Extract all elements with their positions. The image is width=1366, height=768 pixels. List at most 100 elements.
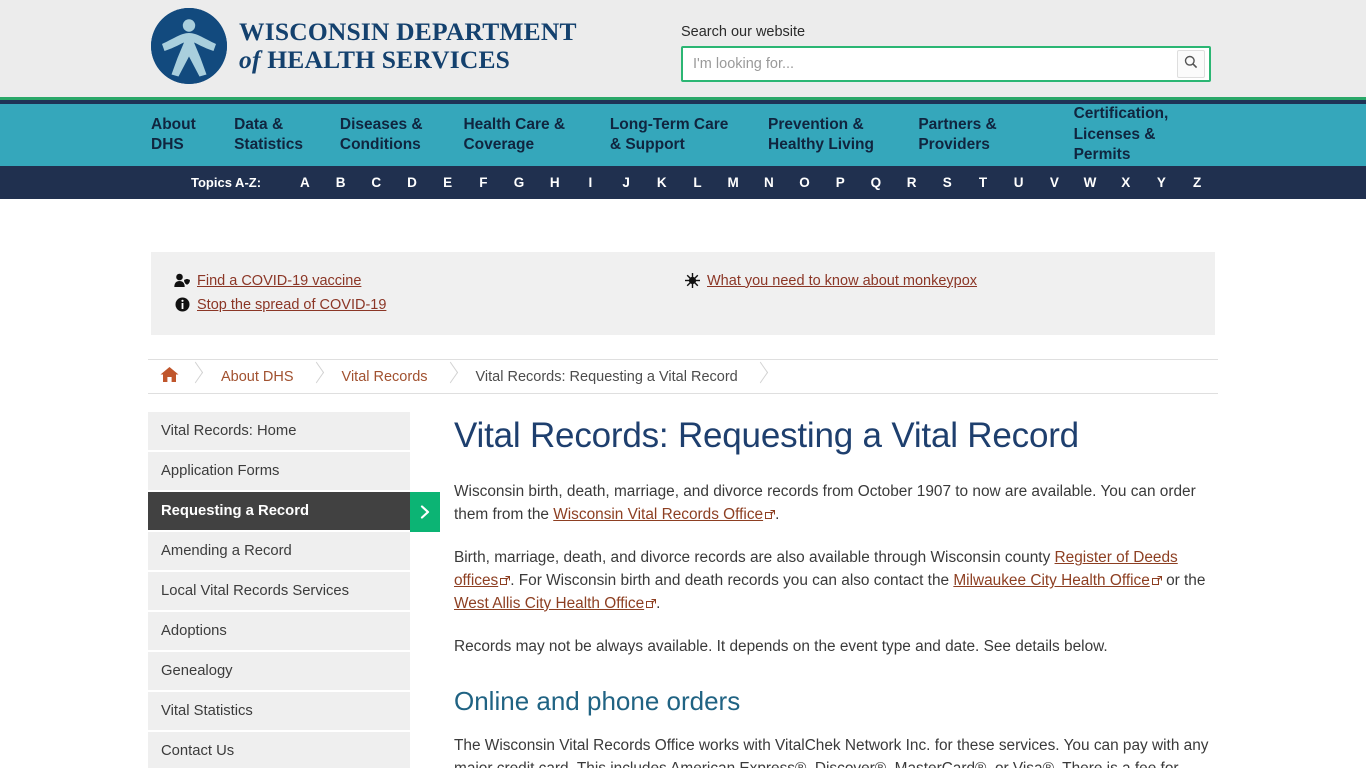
az-letter-v[interactable]: V: [1036, 175, 1072, 190]
nav-item-long-term-care-support[interactable]: Long-Term Care & Support: [610, 115, 768, 156]
external-link-icon: [646, 594, 657, 608]
section-heading-online-phone-orders: Online and phone orders: [454, 686, 741, 717]
az-letter-k[interactable]: K: [644, 175, 680, 190]
topics-az-label: Topics A-Z:: [191, 175, 262, 190]
intro-text-after: .: [775, 505, 780, 523]
az-letter-b[interactable]: B: [323, 175, 359, 190]
page-title: Vital Records: Requesting a Vital Record: [454, 416, 1079, 455]
site-search: Search our website: [681, 24, 1211, 82]
logo-of: of: [239, 45, 261, 74]
az-letter-u[interactable]: U: [1001, 175, 1037, 190]
az-letter-r[interactable]: R: [894, 175, 930, 190]
breadcrumb-item[interactable]: About DHS: [203, 359, 310, 394]
alert-column-left: Find a COVID-19 vaccine Stop the spread o…: [173, 272, 683, 313]
breadcrumb-home[interactable]: [152, 359, 189, 394]
nav-item-certification-licenses-permits[interactable]: Certification, Licenses & Permits: [1074, 104, 1215, 165]
external-link-icon: [765, 505, 776, 519]
main-navigation: About DHS Data & Statistics Diseases & Con…: [0, 104, 1366, 166]
availability-paragraph: Records may not be always available. It …: [454, 638, 1108, 656]
sidebar-item-label: Adoptions: [161, 623, 227, 639]
sidebar-item-label: Contact Us: [161, 743, 235, 759]
sidebar-item-local-vital-records-services[interactable]: Local Vital Records Services: [148, 572, 410, 612]
az-letter-z[interactable]: Z: [1179, 175, 1215, 190]
page-content: Vital Records: Home Application Forms Requ…: [148, 394, 1218, 768]
az-letter-q[interactable]: Q: [858, 175, 894, 190]
alert-item: What you need to know about monkeypox: [683, 272, 1193, 289]
chevron-right-icon[interactable]: [410, 492, 440, 532]
sidebar-item-vital-records-home[interactable]: Vital Records: Home: [148, 412, 410, 452]
link-milwaukee-city-health-office[interactable]: Milwaukee City Health Office: [953, 572, 1149, 589]
nav-item-prevention-healthy-living[interactable]: Prevention & Healthy Living: [768, 115, 918, 156]
az-letter-o[interactable]: O: [787, 175, 823, 190]
logo-line-2: of HEALTH SERVICES: [239, 46, 577, 74]
search-box[interactable]: [681, 46, 1211, 82]
search-submit-button[interactable]: [1177, 50, 1205, 78]
alert-banner: Find a COVID-19 vaccine Stop the spread o…: [151, 252, 1215, 335]
p2-text-c: or the: [1161, 572, 1206, 590]
external-link-icon: [500, 571, 511, 586]
az-letter-t[interactable]: T: [965, 175, 1001, 190]
virus-icon: [683, 272, 701, 289]
sidebar-item-contact-us[interactable]: Contact Us: [148, 732, 410, 768]
az-letter-n[interactable]: N: [751, 175, 787, 190]
sidebar-item-vital-statistics[interactable]: Vital Statistics: [148, 692, 410, 732]
sidebar-item-application-forms[interactable]: Application Forms: [148, 452, 410, 492]
user-shield-icon: [173, 272, 191, 289]
logo-line-1: WISCONSIN DEPARTMENT: [239, 17, 577, 47]
sidebar-item-label: Vital Records: Home: [161, 423, 297, 439]
az-letter-d[interactable]: D: [394, 175, 430, 190]
sidebar-item-adoptions[interactable]: Adoptions: [148, 612, 410, 652]
alert-link[interactable]: Stop the spread of COVID-19: [197, 297, 386, 313]
az-letter-p[interactable]: P: [822, 175, 858, 190]
sidebar-item-requesting-a-record[interactable]: Requesting a Record: [148, 492, 440, 532]
alert-column-right: What you need to know about monkeypox: [683, 272, 1193, 313]
dhs-person-circle-logo-icon: [151, 8, 227, 84]
az-letter-m[interactable]: M: [715, 175, 751, 190]
breadcrumb-separator-icon: [444, 359, 458, 394]
nav-item-data-statistics[interactable]: Data & Statistics: [234, 115, 340, 156]
link-west-allis-city-health-office[interactable]: West Allis City Health Office: [454, 595, 644, 612]
az-letter-j[interactable]: J: [608, 175, 644, 190]
nav-item-partners-providers[interactable]: Partners & Providers: [918, 115, 1073, 156]
breadcrumb-item[interactable]: Vital Records: [324, 359, 444, 394]
az-letter-i[interactable]: I: [573, 175, 609, 190]
alert-link[interactable]: What you need to know about monkeypox: [707, 273, 977, 289]
az-letter-f[interactable]: F: [465, 175, 501, 190]
breadcrumb: About DHS Vital Records Vital Records: Req…: [148, 359, 1218, 394]
search-input[interactable]: [683, 49, 1177, 79]
az-letter-x[interactable]: X: [1108, 175, 1144, 190]
breadcrumb-separator-icon: [754, 359, 768, 394]
site-logo[interactable]: WISCONSIN DEPARTMENT of HEALTH SERVICES: [151, 8, 577, 84]
info-circle-icon: [173, 296, 191, 313]
az-letter-w[interactable]: W: [1072, 175, 1108, 190]
nav-item-diseases-conditions[interactable]: Diseases & Conditions: [340, 115, 464, 156]
sidebar-item-label: Vital Statistics: [161, 703, 253, 719]
site-header: WISCONSIN DEPARTMENT of HEALTH SERVICES …: [0, 0, 1366, 97]
alert-link[interactable]: Find a COVID-19 vaccine: [197, 273, 361, 289]
p2-text-b: . For Wisconsin birth and death records …: [510, 572, 954, 590]
link-wisconsin-vital-records-office[interactable]: Wisconsin Vital Records Office: [553, 506, 763, 523]
az-letter-a[interactable]: A: [287, 175, 323, 190]
breadcrumb-separator-icon: [310, 359, 324, 394]
logo-wordmark: WISCONSIN DEPARTMENT of HEALTH SERVICES: [239, 18, 577, 73]
az-letter-s[interactable]: S: [929, 175, 965, 190]
section-sidebar: Vital Records: Home Application Forms Requ…: [148, 412, 440, 768]
sidebar-item-label: Amending a Record: [161, 543, 292, 559]
topics-az-bar: Topics A-Z: ABCDEFGHIJKLMNOPQRSTUVWXYZ: [0, 166, 1366, 199]
az-letter-g[interactable]: G: [501, 175, 537, 190]
sidebar-item-label: Local Vital Records Services: [161, 583, 350, 599]
sidebar-item-genealogy[interactable]: Genealogy: [148, 652, 410, 692]
breadcrumb-separator-icon: [189, 359, 203, 394]
sidebar-item-amending-a-record[interactable]: Amending a Record: [148, 532, 410, 572]
nav-item-about-dhs[interactable]: About DHS: [151, 115, 234, 156]
nav-item-health-care-coverage[interactable]: Health Care & Coverage: [463, 115, 609, 156]
sidebar-item-label: Requesting a Record: [161, 503, 309, 519]
p2-text-a: Birth, marriage, death, and divorce reco…: [454, 549, 1055, 567]
az-letter-e[interactable]: E: [430, 175, 466, 190]
az-letter-h[interactable]: H: [537, 175, 573, 190]
p2-text-d: .: [656, 594, 661, 612]
az-letter-c[interactable]: C: [358, 175, 394, 190]
county-offices-paragraph: Birth, marriage, death, and divorce reco…: [454, 547, 1218, 615]
az-letter-y[interactable]: Y: [1144, 175, 1180, 190]
az-letter-l[interactable]: L: [680, 175, 716, 190]
